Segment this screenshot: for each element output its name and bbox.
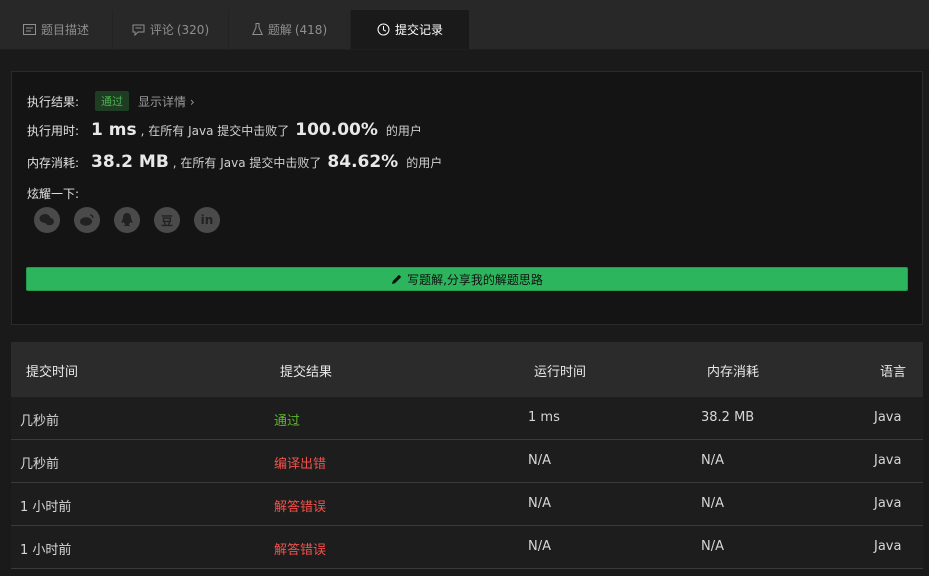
- submit-result-link[interactable]: 通过: [274, 410, 300, 429]
- submissions-table: 提交时间 提交结果 运行时间 内存消耗 语言 几秒前 通过 1 ms 38.2 …: [11, 342, 923, 569]
- result-panel: 执行结果: 通过 显示详情 › 执行用时: 1 ms , 在所有 Java 提交…: [11, 71, 923, 325]
- submit-result-link[interactable]: 解答错误: [274, 496, 326, 515]
- memory-percentile: 84.62%: [327, 152, 399, 172]
- submit-time: 几秒前: [20, 457, 60, 472]
- runtime-label: 执行用时:: [27, 123, 80, 138]
- tab-label: 题目描述: [40, 23, 89, 37]
- flask-icon: [251, 23, 263, 36]
- language-cell: Java: [874, 539, 902, 554]
- header-runtime: 运行时间: [534, 365, 587, 380]
- runtime-percentile: 100.00%: [295, 120, 378, 140]
- header-memory: 内存消耗: [707, 365, 760, 380]
- write-solution-button[interactable]: 写题解,分享我的解题思路: [26, 267, 908, 291]
- memory-value: 38.2 MB: [91, 152, 169, 172]
- table-row[interactable]: 1 小时前 解答错误 N/A N/A Java: [11, 483, 923, 526]
- table-row[interactable]: 1 小时前 解答错误 N/A N/A Java: [11, 526, 923, 569]
- language-cell: Java: [874, 410, 902, 425]
- weibo-icon[interactable]: [74, 207, 100, 233]
- memory-label: 内存消耗:: [27, 155, 80, 170]
- runtime-row: 执行用时: 1 ms , 在所有 Java 提交中击败了 100.00% 的用户: [27, 120, 422, 140]
- tab-submissions[interactable]: 提交记录: [351, 10, 469, 49]
- status-badge: 通过: [95, 91, 130, 111]
- wechat-icon[interactable]: [34, 207, 60, 233]
- tab-solutions[interactable]: 题解 (418): [229, 10, 351, 49]
- comment-icon: [132, 24, 145, 36]
- submit-result-link[interactable]: 解答错误: [274, 539, 326, 558]
- header-time: 提交时间: [26, 365, 79, 380]
- tab-label: 评论: [149, 23, 174, 37]
- clock-icon: [377, 23, 390, 36]
- runtime-cell: N/A: [528, 539, 551, 554]
- memory-row: 内存消耗: 38.2 MB , 在所有 Java 提交中击败了 84.62% 的…: [27, 152, 442, 172]
- memory-cell: N/A: [701, 453, 724, 468]
- memory-cell: 38.2 MB: [701, 410, 755, 425]
- header-language: 语言: [880, 365, 907, 380]
- memory-mid: , 在所有 Java 提交中击败了: [172, 155, 322, 170]
- runtime-cell: N/A: [528, 453, 551, 468]
- memory-suffix: 的用户: [406, 155, 443, 170]
- runtime-value: 1 ms: [91, 120, 137, 140]
- share-label: 炫耀一下:: [27, 187, 80, 201]
- language-cell: Java: [874, 453, 902, 468]
- linkedin-icon[interactable]: in: [194, 207, 220, 233]
- status-label: 执行结果:: [27, 94, 80, 109]
- top-strip: [0, 0, 929, 10]
- submit-time: 1 小时前: [20, 543, 72, 558]
- share-row: 炫耀一下:: [27, 185, 79, 202]
- header-result: 提交结果: [280, 365, 333, 380]
- social-icons: 豆 in: [34, 207, 234, 233]
- submit-time: 几秒前: [20, 414, 60, 429]
- tab-count: (320): [176, 22, 210, 37]
- tab-count: (418): [294, 22, 328, 37]
- table-row[interactable]: 几秒前 编译出错 N/A N/A Java: [11, 440, 923, 483]
- tab-description[interactable]: 题目描述: [0, 10, 113, 49]
- tab-label: 提交记录: [394, 23, 443, 37]
- runtime-suffix: 的用户: [385, 123, 422, 138]
- status-row: 执行结果: 通过 显示详情 ›: [27, 91, 195, 111]
- tab-label: 题解: [267, 23, 292, 37]
- description-icon: [22, 24, 36, 35]
- runtime-cell: N/A: [528, 496, 551, 511]
- submit-time: 1 小时前: [20, 500, 72, 515]
- submit-result-link[interactable]: 编译出错: [274, 453, 326, 472]
- memory-cell: N/A: [701, 539, 724, 554]
- tab-comments[interactable]: 评论 (320): [113, 10, 229, 49]
- details-link[interactable]: 显示详情 ›: [138, 93, 195, 110]
- runtime-mid: , 在所有 Java 提交中击败了: [140, 123, 290, 138]
- qq-icon[interactable]: [114, 207, 140, 233]
- pencil-icon: [391, 274, 402, 285]
- tab-bar: 题目描述 评论 (320) 题解 (418) 提交记录: [0, 10, 929, 50]
- table-header: 提交时间 提交结果 运行时间 内存消耗 语言: [11, 342, 923, 397]
- table-row[interactable]: 几秒前 通过 1 ms 38.2 MB Java: [11, 397, 923, 440]
- memory-cell: N/A: [701, 496, 724, 511]
- douban-icon[interactable]: 豆: [154, 207, 180, 233]
- write-solution-label: 写题解,分享我的解题思路: [407, 272, 543, 287]
- language-cell: Java: [874, 496, 902, 511]
- runtime-cell: 1 ms: [528, 410, 560, 425]
